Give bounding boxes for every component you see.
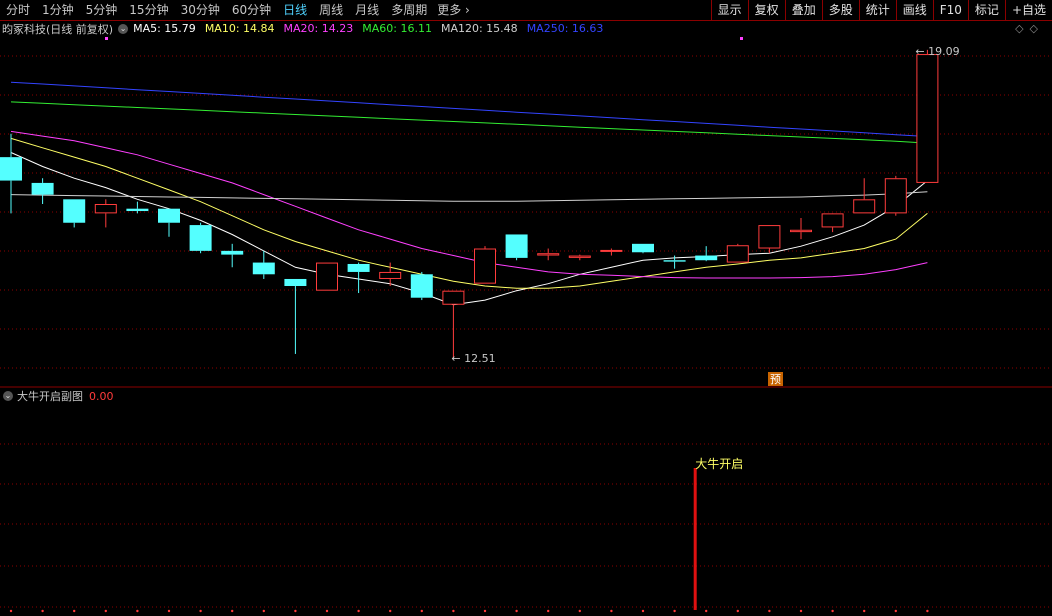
x-tick-dot-2: [73, 609, 76, 613]
high-label: ← 19.09: [915, 45, 959, 58]
x-tick-dot-1: [41, 609, 44, 613]
candle-body-26: [821, 213, 844, 228]
candle-body-7: [221, 250, 244, 255]
candle-body-11: [347, 263, 370, 272]
candle-body-21: [663, 260, 686, 262]
x-tick-dot-13: [420, 609, 423, 613]
x-tick-dot-0: [9, 609, 13, 613]
candle-body-15: [474, 248, 496, 284]
x-tick-dot-9: [294, 609, 297, 613]
x-tick-dot-18: [578, 609, 581, 613]
x-tick-dot-11: [357, 609, 360, 613]
candle-body-14: [442, 290, 465, 305]
candle-body-13: [410, 274, 433, 298]
marker-dot-0: [105, 37, 108, 40]
candle-body-2: [63, 199, 86, 223]
x-tick-dot-23: [736, 609, 739, 613]
low-label: ← 12.51: [451, 352, 495, 365]
x-tick-dot-29: [926, 609, 929, 613]
x-tick-dot-17: [547, 609, 550, 613]
candle-body-10: [316, 262, 338, 291]
x-tick-dot-7: [231, 609, 234, 613]
x-tick-dot-24: [768, 609, 771, 613]
candle-body-17: [537, 253, 560, 256]
kline-chart[interactable]: ← 19.09 ← 12.51 预大牛开启: [0, 0, 1052, 616]
x-tick-dot-21: [673, 609, 676, 613]
ma-line-ma60: [10, 101, 928, 144]
x-tick-dot-26: [831, 609, 834, 613]
x-tick-dot-27: [863, 609, 866, 613]
ma-line-ma250: [10, 81, 928, 137]
x-tick-dot-6: [199, 609, 202, 613]
sub-title: 大牛开启副图: [17, 390, 83, 403]
candle-body-8: [252, 262, 275, 275]
yu-badge-text: 预: [770, 373, 781, 386]
candle-body-19: [600, 249, 623, 252]
candle-body-4: [126, 208, 149, 212]
candle-body-22: [695, 255, 718, 261]
candle-body-16: [505, 234, 528, 258]
marker-dot-1: [740, 37, 743, 40]
sub-value: 0.00: [89, 389, 114, 403]
candle-body-27: [853, 199, 876, 214]
x-tick-dot-8: [262, 609, 265, 613]
candle-body-9: [284, 278, 307, 286]
x-tick-dot-28: [894, 609, 897, 613]
x-tick-dot-19: [610, 609, 613, 613]
signal-bar: [693, 468, 697, 610]
candle-body-28: [884, 178, 907, 214]
candle-body-23: [726, 245, 749, 263]
x-tick-dot-20: [641, 609, 645, 613]
x-tick-dot-10: [325, 609, 329, 613]
candle-body-20: [632, 243, 654, 253]
candle-body-5: [158, 208, 180, 223]
candle-body-1: [31, 182, 54, 195]
candle-body-12: [379, 271, 402, 279]
x-tick-dot-22: [705, 609, 708, 613]
ma-line-ma120: [10, 191, 928, 202]
candle-body-0: [0, 157, 22, 181]
candle-body-29: [916, 54, 939, 183]
candle-body-6: [189, 225, 212, 251]
ma-line-ma5: [10, 152, 928, 306]
candle-body-3: [94, 204, 117, 214]
candle-body-25: [790, 229, 812, 233]
candle-body-18: [568, 255, 591, 258]
candle-body-24: [758, 225, 781, 249]
x-tick-dot-12: [389, 609, 392, 613]
x-tick-dot-14: [452, 609, 455, 613]
signal-label: 大牛开启: [695, 456, 743, 471]
x-tick-dot-15: [483, 609, 487, 613]
x-tick-dot-3: [104, 609, 108, 613]
x-tick-dot-4: [136, 609, 139, 613]
sub-legend: ⌄ 大牛开启副图 0.00: [0, 388, 114, 404]
x-tick-dot-25: [799, 609, 803, 613]
ma-line-ma10: [10, 137, 928, 289]
chevron-down-icon[interactable]: ⌄: [3, 391, 13, 401]
x-tick-dot-16: [515, 609, 518, 613]
ma-line-ma20: [10, 130, 928, 279]
x-tick-dot-5: [167, 609, 171, 613]
